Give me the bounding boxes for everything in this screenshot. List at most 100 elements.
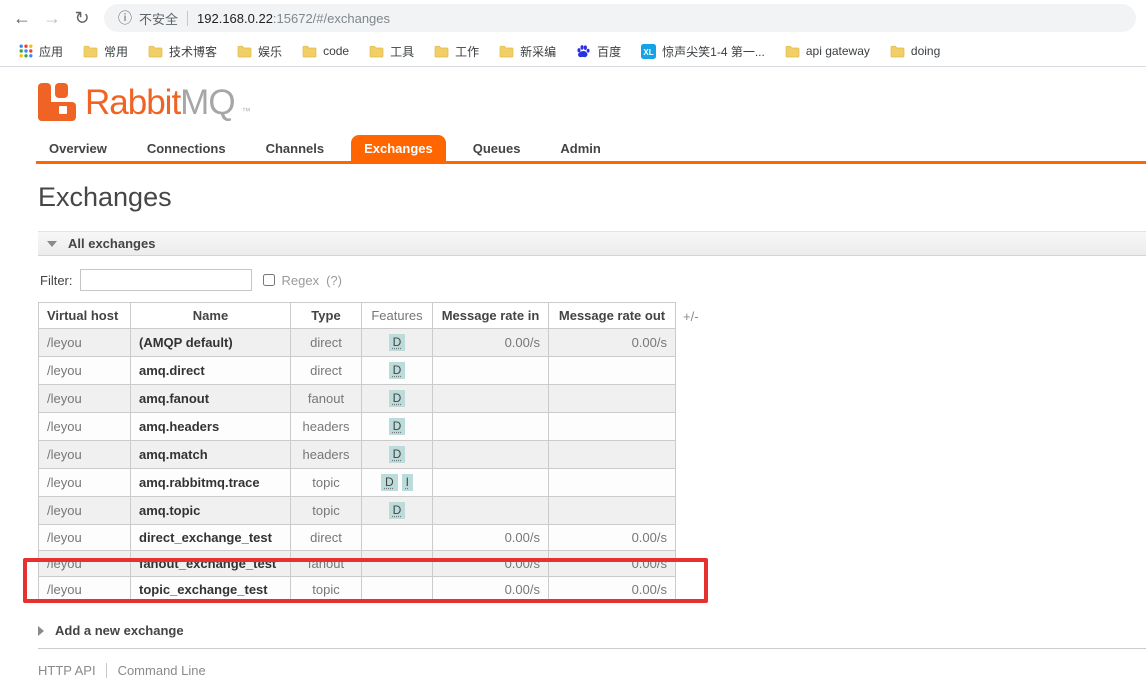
vhost-cell: /leyou xyxy=(38,524,131,551)
bookmark-item[interactable]: XL 惊声尖笑1-4 第一... xyxy=(632,40,774,63)
table-row: /leyou (AMQP default) direct D 0.00/s 0.00/s xyxy=(38,328,676,357)
bookmark-item[interactable]: 工具 xyxy=(360,40,423,63)
column-toggle-link[interactable]: +/- xyxy=(683,309,699,324)
logo-trademark: ™ xyxy=(241,106,251,116)
name-cell[interactable]: direct_exchange_test xyxy=(130,524,291,551)
regex-checkbox[interactable] xyxy=(262,274,275,286)
filter-input[interactable] xyxy=(79,269,252,291)
type-cell: fanout xyxy=(290,550,362,577)
folder-icon xyxy=(890,45,905,58)
table-row: /leyou amq.headers headers D xyxy=(38,412,676,441)
folder-icon xyxy=(83,45,98,58)
main-tabbar: Overview Connections Channels Exchanges Queu… xyxy=(36,135,1146,164)
bookmark-item[interactable]: api gateway xyxy=(776,41,879,61)
tab-admin[interactable]: Admin xyxy=(547,135,613,161)
rate-out-cell xyxy=(548,356,676,385)
rate-out-cell xyxy=(548,496,676,525)
tab-exchanges[interactable]: Exchanges xyxy=(351,135,446,161)
table-header-row: Virtual host Name Type Features Message rate… xyxy=(38,302,676,329)
rabbitmq-logo[interactable]: RabbitMQ ™ xyxy=(38,83,251,121)
apps-grid-icon xyxy=(19,44,33,58)
vhost-cell: /leyou xyxy=(38,576,131,603)
name-cell[interactable]: amq.match xyxy=(130,440,291,469)
rate-out-cell xyxy=(548,468,676,497)
forward-icon[interactable]: → xyxy=(38,4,66,32)
baidu-icon xyxy=(576,44,591,59)
feature-badge-i: I xyxy=(401,474,413,491)
bookmark-item[interactable]: code xyxy=(293,41,358,61)
rate-in-cell xyxy=(432,496,549,525)
tab-overview[interactable]: Overview xyxy=(36,135,120,161)
name-cell[interactable]: amq.headers xyxy=(130,412,291,441)
svg-text:XL: XL xyxy=(644,48,654,57)
name-cell[interactable]: fanout_exchange_test xyxy=(130,550,291,577)
address-divider xyxy=(187,10,189,26)
exchanges-table-body: /leyou (AMQP default) direct D 0.00/s 0.00/s /… xyxy=(38,328,676,603)
column-header-message-rate-out[interactable]: Message rate out xyxy=(548,302,676,329)
bookmark-item[interactable]: 工作 xyxy=(425,40,488,63)
address-bar[interactable]: ⓘ 不安全 192.168.0.22:15672/#/exchanges xyxy=(104,4,1136,32)
type-cell: direct xyxy=(290,524,362,551)
command-line-link[interactable]: Command Line xyxy=(105,663,206,678)
column-header-message-rate-in[interactable]: Message rate in xyxy=(432,302,549,329)
folder-icon xyxy=(785,45,800,58)
bookmark-item[interactable]: 百度 xyxy=(567,40,630,63)
type-cell: headers xyxy=(290,440,362,469)
chevron-right-icon xyxy=(38,625,44,636)
url-host: 192.168.0.22 xyxy=(197,10,273,26)
type-cell: direct xyxy=(290,356,362,385)
vhost-cell: /leyou xyxy=(38,550,131,577)
folder-icon xyxy=(369,45,384,58)
bookmark-item[interactable]: 应用 xyxy=(10,40,72,63)
bookmark-label: 技术博客 xyxy=(169,44,218,59)
logo-wordmark: RabbitMQ xyxy=(85,83,236,122)
rate-out-cell: 0.00/s xyxy=(548,524,676,551)
vhost-cell: /leyou xyxy=(38,440,131,469)
type-cell: topic xyxy=(290,468,362,497)
bookmark-label: 娱乐 xyxy=(258,44,283,59)
table-row: /leyou amq.rabbitmq.trace topic D I xyxy=(38,468,676,497)
name-cell[interactable]: amq.rabbitmq.trace xyxy=(130,468,291,497)
regex-help-link[interactable]: (?) xyxy=(326,273,342,288)
features-cell: D xyxy=(361,496,433,525)
table-row: /leyou amq.direct direct D xyxy=(38,356,676,385)
url-text: 192.168.0.22:15672/#/exchanges xyxy=(197,11,390,26)
column-header-virtual-host[interactable]: Virtual host xyxy=(38,302,131,329)
feature-badge-d: D xyxy=(388,334,406,351)
all-exchanges-section-header[interactable]: All exchanges xyxy=(38,231,1146,256)
http-api-link[interactable]: HTTP API xyxy=(38,663,106,678)
name-cell[interactable]: (AMQP default) xyxy=(130,328,291,357)
column-header-name[interactable]: Name xyxy=(130,302,291,329)
bookmark-label: 应用 xyxy=(39,44,64,59)
tab-queues[interactable]: Queues xyxy=(460,135,534,161)
bookmark-label: api gateway xyxy=(805,44,870,58)
rate-in-cell xyxy=(432,468,549,497)
features-cell: D xyxy=(361,328,433,357)
bookmark-item[interactable]: 娱乐 xyxy=(228,40,291,63)
name-cell[interactable]: amq.topic xyxy=(130,496,291,525)
back-icon[interactable]: ← xyxy=(8,4,36,32)
tab-connections[interactable]: Connections xyxy=(134,135,239,161)
bookmark-item[interactable]: doing xyxy=(881,41,949,61)
rate-out-cell xyxy=(548,384,676,413)
bookmark-item[interactable]: 常用 xyxy=(74,40,137,63)
add-exchange-section-header[interactable]: Add a new exchange xyxy=(38,623,1146,649)
bookmark-item[interactable]: 新采编 xyxy=(490,40,565,63)
add-exchange-label: Add a new exchange xyxy=(55,623,184,638)
bookmark-label: code xyxy=(323,44,350,58)
rate-in-cell: 0.00/s xyxy=(432,524,549,551)
refresh-icon[interactable]: ↻ xyxy=(68,4,96,32)
tab-channels[interactable]: Channels xyxy=(253,135,338,161)
folder-icon xyxy=(148,45,163,58)
chevron-down-icon xyxy=(47,240,57,247)
footer-links: HTTP API Command Line xyxy=(38,663,1146,678)
bookmark-item[interactable]: 技术博客 xyxy=(139,40,226,63)
rate-in-cell xyxy=(432,412,549,441)
column-header-type[interactable]: Type xyxy=(290,302,362,329)
name-cell[interactable]: amq.direct xyxy=(130,356,291,385)
xunlei-icon: XL xyxy=(641,43,657,59)
info-icon[interactable]: ⓘ xyxy=(118,8,132,28)
name-cell[interactable]: amq.fanout xyxy=(130,384,291,413)
bookmark-label: 工作 xyxy=(455,44,480,59)
name-cell[interactable]: topic_exchange_test xyxy=(130,576,291,603)
